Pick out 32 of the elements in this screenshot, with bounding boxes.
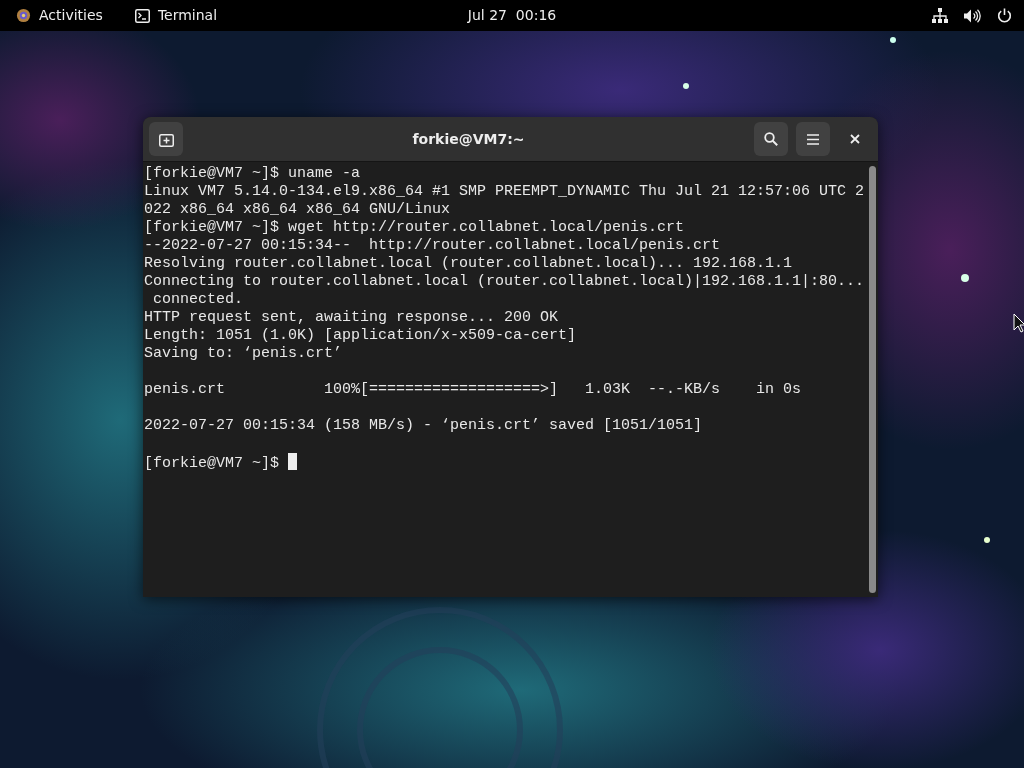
terminal-line: [forkie@VM7 ~]$ xyxy=(144,455,281,472)
terminal-line: Saving to: ‘penis.crt’ xyxy=(144,345,343,362)
power-icon[interactable] xyxy=(997,8,1012,23)
new-tab-button[interactable] xyxy=(149,122,183,156)
logo-icon xyxy=(16,8,31,23)
terminal-icon xyxy=(134,8,150,23)
terminal-line: 022 x86_64 x86_64 x86_64 GNU/Linux xyxy=(144,201,451,218)
menu-icon xyxy=(807,133,819,145)
close-icon xyxy=(850,134,860,144)
terminal-line: connected. xyxy=(152,291,244,308)
volume-icon[interactable] xyxy=(964,8,981,23)
app-menu[interactable]: Terminal xyxy=(126,5,226,26)
menu-button[interactable] xyxy=(796,122,830,156)
search-button[interactable] xyxy=(754,122,788,156)
terminal-line: --2022-07-27 00:15:34-- http://router.collabnet.local/penis.crt xyxy=(144,237,721,254)
clock[interactable]: Jul 27 00:16 xyxy=(467,5,557,26)
terminal-line: [forkie@VM7 ~]$ wget http://router.collabnet.local/penis.crt xyxy=(144,219,685,236)
terminal-line: Linux VM7 5.14.0-134.el9.x86_64 #1 SMP PREEMPT_DYNAMIC Thu Jul 21 12:57:06 UTC 2 xyxy=(144,183,865,200)
terminal-line: HTTP request sent, awaiting response... 200 OK xyxy=(144,309,559,326)
window-title: forkie@VM7:~ xyxy=(412,130,525,147)
network-icon[interactable] xyxy=(932,8,948,23)
terminal-line: [forkie@VM7 ~]$ uname -a xyxy=(144,165,361,182)
terminal-line: Connecting to router.collabnet.local (router.collabnet.local)|192.168.1.1|:80... xyxy=(144,273,865,290)
search-icon xyxy=(764,132,778,146)
terminal-line: Resolving router.collabnet.local (router.collabnet.local)... 192.168.1.1 xyxy=(144,255,793,272)
new-tab-icon xyxy=(158,131,174,147)
mouse-pointer-icon xyxy=(1013,313,1024,333)
terminal-line: 2022-07-27 00:15:34 (158 MB/s) - ‘penis.crt’ saved [1051/1051] xyxy=(144,417,703,434)
activities-button[interactable]: Activities xyxy=(8,5,111,26)
scrollbar-thumb[interactable] xyxy=(868,166,876,593)
terminal-line: penis.crt 100%[===================>] 1.03K --.-KB/s in 0s xyxy=(144,381,802,398)
terminal-line: Length: 1051 (1.0K) [application/x-x509-ca-cert] xyxy=(144,327,577,344)
